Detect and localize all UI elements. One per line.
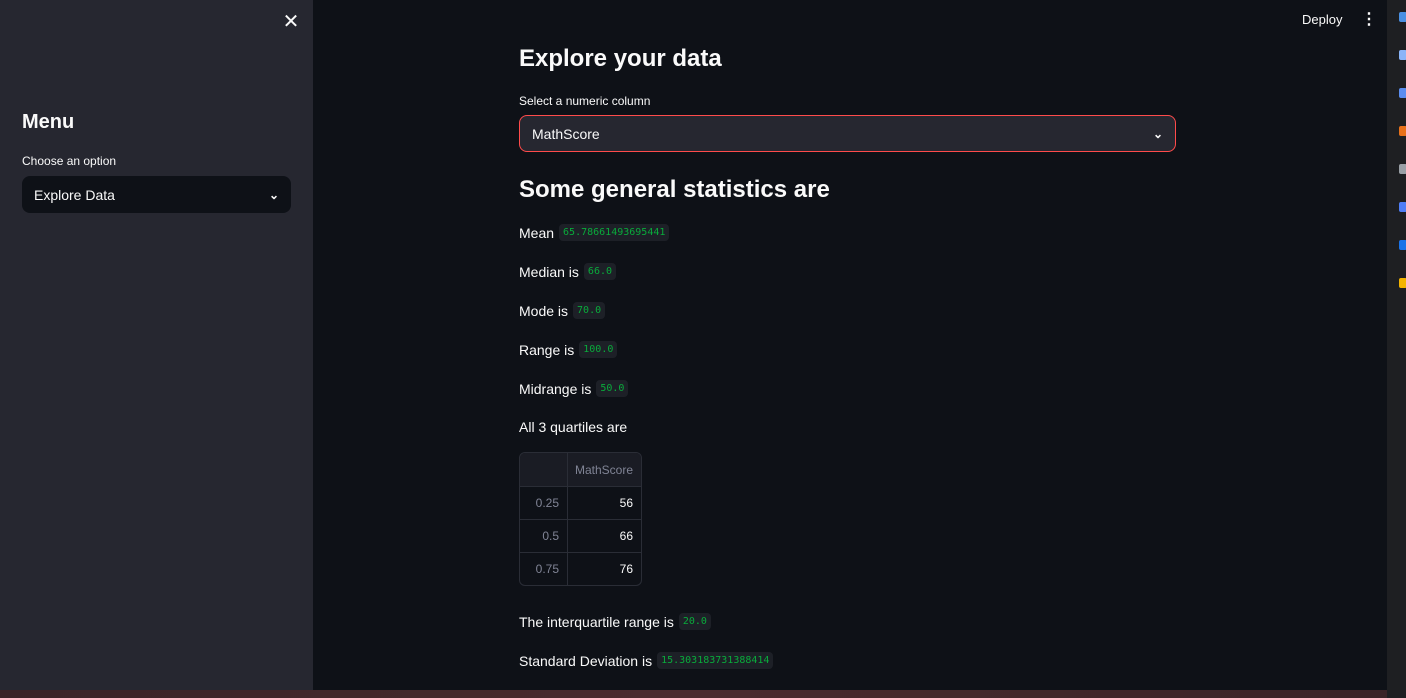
stat-value: 70.0: [573, 302, 606, 319]
column-select-value: MathScore: [532, 125, 600, 142]
table-row: 0.5 66: [520, 519, 641, 552]
stat-std: Standard Deviation is 15.303183731388414: [519, 652, 774, 669]
stat-label: Mean: [519, 224, 555, 241]
stat-median: Median is 66.0: [519, 263, 617, 280]
side-app-icon[interactable]: [1399, 126, 1406, 136]
stat-label: The interquartile range is: [519, 613, 674, 630]
table-value-cell: 56: [619, 496, 633, 510]
side-app-icon[interactable]: [1399, 164, 1406, 174]
chevron-down-icon: ⌄: [268, 187, 279, 202]
quartiles-table: MathScore 0.25 56 0.5 66 0.75 76: [519, 452, 642, 586]
table-column-header[interactable]: MathScore: [568, 453, 641, 486]
side-app-icon[interactable]: [1399, 240, 1406, 250]
sidebar: ✕ Menu Choose an option Explore Data ⌄: [0, 0, 313, 690]
stat-range: Range is 100.0: [519, 341, 618, 358]
column-select-label: Select a numeric column: [519, 94, 651, 108]
stat-mean: Mean 65.78661493695441: [519, 224, 670, 241]
table-row: 0.25 56: [520, 486, 641, 519]
close-icon[interactable]: ✕: [281, 12, 301, 32]
table-header-row: MathScore: [520, 453, 641, 486]
stat-mode: Mode is 70.0: [519, 302, 606, 319]
kebab-menu-icon[interactable]: ⋮: [1361, 9, 1377, 29]
quartiles-label: All 3 quartiles are: [519, 419, 628, 435]
stat-label: Midrange is: [519, 380, 592, 397]
stats-heading: Some general statistics are: [519, 176, 830, 203]
stat-value: 15.303183731388414: [657, 652, 774, 669]
table-row: 0.75 76: [520, 552, 641, 585]
browser-side-panel: [1387, 0, 1406, 698]
stat-iqr: The interquartile range is 20.0: [519, 613, 711, 630]
deploy-button[interactable]: Deploy: [1302, 12, 1342, 27]
side-app-icon[interactable]: [1399, 88, 1406, 98]
table-index-header: [520, 453, 568, 486]
option-select[interactable]: Explore Data ⌄: [22, 176, 291, 213]
stat-label: Range is: [519, 341, 575, 358]
option-select-value: Explore Data: [34, 186, 115, 203]
taskbar-edge: [0, 690, 1387, 698]
search-icon[interactable]: [1399, 50, 1406, 60]
side-app-icon[interactable]: [1399, 202, 1406, 212]
table-value-cell: 66: [619, 529, 633, 543]
table-index-cell: 0.75: [520, 553, 568, 585]
choose-option-label: Choose an option: [22, 154, 117, 168]
table-index-cell: 0.25: [520, 487, 568, 519]
side-app-icon[interactable]: [1399, 12, 1406, 22]
sidebar-title: Menu: [22, 111, 75, 133]
column-select[interactable]: MathScore ⌄: [519, 115, 1176, 152]
stat-midrange: Midrange is 50.0: [519, 380, 629, 397]
chevron-down-icon: ⌄: [1152, 126, 1163, 141]
stat-label: Mode is: [519, 302, 569, 319]
stat-value: 50.0: [596, 380, 629, 397]
side-app-icon[interactable]: [1399, 278, 1406, 288]
stat-value: 20.0: [678, 613, 711, 630]
table-value-cell: 76: [619, 562, 633, 576]
stat-value: 100.0: [579, 341, 618, 358]
stat-value: 65.78661493695441: [559, 224, 670, 241]
page-title: Explore your data: [519, 45, 722, 72]
stat-label: Median is: [519, 263, 579, 280]
stat-label: Standard Deviation is: [519, 652, 653, 669]
stat-value: 66.0: [583, 263, 617, 280]
main-content: [313, 0, 1387, 690]
table-index-cell: 0.5: [520, 520, 568, 552]
